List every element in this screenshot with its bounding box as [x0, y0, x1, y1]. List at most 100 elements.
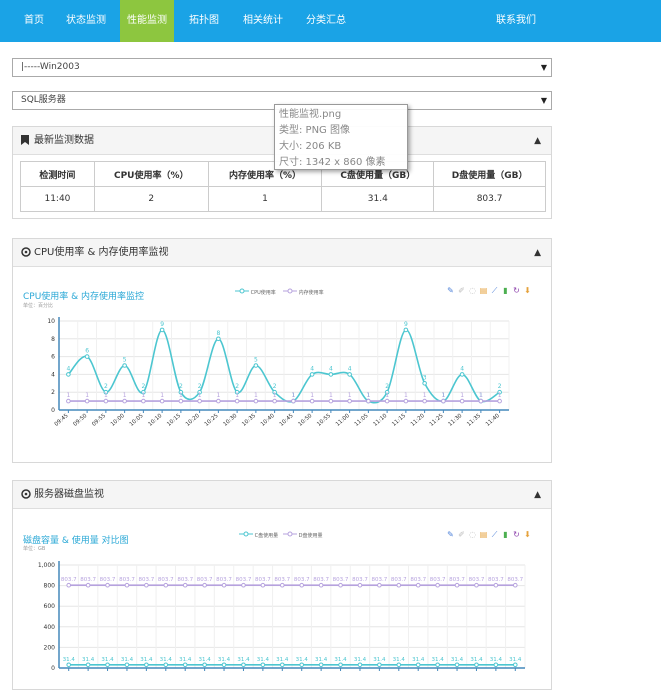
- data-label: 2: [104, 383, 108, 390]
- data-label: 1: [141, 392, 145, 399]
- line-chart-icon[interactable]: ⟋: [489, 530, 500, 540]
- column-header: CPU使用率（%）: [93, 161, 209, 187]
- tooltip-size: 大小: 206 KB: [279, 141, 342, 152]
- x-tick-label: 09:55: [91, 413, 107, 428]
- line-chart-icon[interactable]: ⟋: [489, 286, 500, 296]
- data-label: 1: [198, 392, 202, 399]
- data-label: 803.7: [430, 577, 446, 583]
- nav-performance-monitor[interactable]: 性能监测: [120, 0, 174, 42]
- eraser-icon[interactable]: ✐: [456, 530, 467, 539]
- data-label: 803.7: [216, 577, 232, 583]
- refresh-icon[interactable]: ↻: [511, 530, 522, 539]
- y-tick-label: 200: [44, 644, 56, 651]
- eraser-icon[interactable]: ✐: [456, 286, 467, 295]
- data-label: 31.4: [179, 657, 192, 663]
- data-label: 1: [123, 392, 127, 399]
- chevron-up-icon[interactable]: ▲: [534, 127, 541, 155]
- nav-status-monitor[interactable]: 状态监测: [58, 0, 114, 42]
- bar-chart-icon[interactable]: ▮: [500, 530, 511, 539]
- data-label: 1: [291, 392, 295, 399]
- bar-chart-icon[interactable]: ▮: [500, 286, 511, 295]
- data-label: 1: [66, 392, 70, 399]
- data-label: 31.4: [82, 657, 95, 663]
- legend-item[interactable]: CPU使用率: [235, 288, 276, 296]
- table-cell: 31.4: [321, 186, 435, 212]
- data-point: [197, 398, 202, 404]
- chart-toolbox: ✎ ✐ ◌ ▤ ⟋ ▮ ↻ ⬇: [445, 286, 533, 296]
- y-tick-label: 4: [51, 371, 55, 378]
- data-point: [182, 582, 188, 588]
- nav-statistics[interactable]: 相关统计: [232, 0, 294, 42]
- data-label: 803.7: [274, 577, 290, 583]
- data-point: [309, 372, 315, 377]
- data-point: [441, 398, 446, 404]
- data-view-icon[interactable]: ▤: [478, 530, 489, 539]
- y-tick-label: 8: [51, 336, 55, 343]
- y-tick-label: 10: [47, 318, 55, 325]
- data-point: [497, 398, 502, 404]
- data-label: 31.4: [490, 657, 503, 663]
- data-label: 2: [198, 383, 202, 390]
- disk-chart: 0 200 400 600 800 1,000 31.4 31.4 31.4 31.4 31.4 31…: [38, 561, 526, 672]
- data-label: 4: [66, 365, 70, 372]
- data-label: 1: [441, 392, 445, 399]
- x-tick-label: 10:45: [279, 413, 295, 428]
- legend-item[interactable]: C盘使用量: [239, 531, 278, 539]
- mark-icon[interactable]: ✎: [445, 286, 456, 295]
- data-label: 803.7: [255, 577, 271, 583]
- mark-icon[interactable]: ✎: [445, 530, 456, 539]
- nav-contact[interactable]: 联系我们: [486, 0, 546, 42]
- nav-summary[interactable]: 分类汇总: [296, 0, 356, 42]
- data-point: [422, 381, 427, 386]
- data-point: [396, 662, 402, 668]
- data-label: 803.7: [391, 577, 407, 583]
- data-label: 31.4: [432, 657, 445, 663]
- data-point: [318, 582, 324, 588]
- data-label: 9: [404, 321, 408, 328]
- zoom-icon[interactable]: ◌: [467, 286, 478, 295]
- chevron-up-icon[interactable]: ▲: [534, 481, 541, 509]
- x-tick-label: 09:50: [72, 413, 88, 428]
- x-tick-label: 11:00: [335, 413, 351, 428]
- data-label: 1: [479, 392, 483, 399]
- data-label: 1: [273, 392, 277, 399]
- refresh-icon[interactable]: ↻: [511, 286, 522, 295]
- data-label: 31.4: [354, 657, 367, 663]
- x-tick-label: 10:15: [166, 413, 182, 428]
- data-point: [318, 662, 324, 668]
- data-point: [253, 363, 259, 368]
- server-select[interactable]: |-----Win2003 ▼: [12, 58, 552, 77]
- legend-item[interactable]: D盘使用量: [283, 531, 322, 539]
- data-point: [299, 582, 305, 588]
- chevron-up-icon[interactable]: ▲: [534, 239, 541, 267]
- x-tick-label: 10:20: [185, 413, 201, 428]
- x-tick-label: 10:05: [129, 413, 145, 428]
- x-tick-label: 11:35: [466, 413, 482, 428]
- y-tick-label: 6: [51, 354, 55, 361]
- nav-home[interactable]: 首页: [12, 0, 56, 42]
- save-image-icon[interactable]: ⬇: [522, 530, 533, 539]
- data-point: [377, 582, 382, 588]
- data-point: [512, 582, 518, 588]
- data-label: 2: [179, 383, 183, 390]
- data-point: [366, 398, 371, 404]
- legend-item[interactable]: 内存使用率: [283, 288, 324, 296]
- zoom-icon[interactable]: ◌: [467, 530, 478, 539]
- data-point: [124, 662, 130, 668]
- data-point: [66, 372, 71, 377]
- data-label: 1: [329, 392, 333, 399]
- data-point: [422, 398, 427, 404]
- column-header: D盘使用量（GB）: [433, 161, 546, 187]
- data-label: 803.7: [100, 577, 116, 583]
- data-point: [403, 398, 409, 404]
- nav-topology[interactable]: 拓扑图: [180, 0, 228, 42]
- data-view-icon[interactable]: ▤: [478, 286, 489, 295]
- data-point: [260, 662, 266, 668]
- data-label: 4: [310, 365, 314, 372]
- x-tick-label: 10:40: [260, 413, 276, 428]
- save-image-icon[interactable]: ⬇: [522, 286, 533, 295]
- data-point: [163, 582, 169, 588]
- data-label: 2: [385, 383, 389, 390]
- data-label: 2: [273, 383, 277, 390]
- panel-header: 服务器磁盘监视 ▲: [13, 481, 551, 509]
